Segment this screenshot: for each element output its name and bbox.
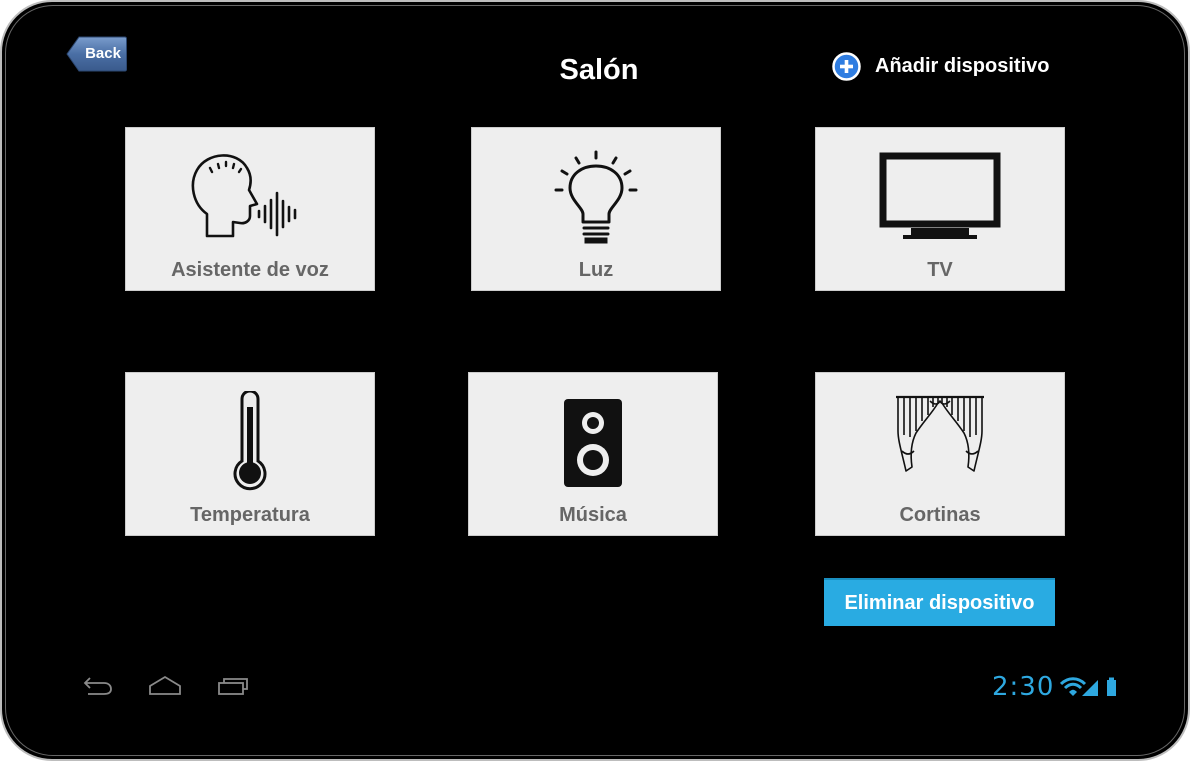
device-tile-label: Temperatura [190, 504, 310, 526]
add-device-button[interactable]: Añadir dispositivo [832, 50, 1049, 82]
status-time: 2:30 [992, 672, 1055, 702]
device-tile-label: Asistente de voz [171, 259, 329, 281]
add-device-label: Añadir dispositivo [875, 54, 1050, 77]
wifi-icon [1059, 677, 1087, 696]
device-tile-temperature[interactable]: Temperatura [125, 372, 375, 536]
plus-circle-icon [832, 51, 861, 81]
light-bulb-icon [554, 150, 638, 244]
device-tile-curtains[interactable]: Cortinas [815, 372, 1065, 536]
device-tile-label: TV [927, 259, 953, 281]
battery-icon [1107, 677, 1116, 696]
recent-apps-icon[interactable] [216, 675, 250, 697]
home-nav-icon[interactable] [148, 675, 182, 697]
speaker-icon [564, 399, 622, 487]
back-nav-icon[interactable] [82, 675, 114, 697]
status-icons [1059, 676, 1120, 703]
thermometer-icon [233, 391, 267, 491]
device-tile-light[interactable]: Luz [471, 127, 721, 291]
device-tile-voice-assistant[interactable]: Asistente de voz [125, 127, 375, 291]
device-tile-tv[interactable]: TV [815, 127, 1065, 291]
tv-icon [879, 152, 1001, 239]
device-tile-label: Música [559, 504, 627, 526]
device-tile-label: Luz [578, 259, 614, 281]
page-title: Salón [559, 54, 639, 86]
delete-device-button[interactable]: Eliminar dispositivo [824, 578, 1055, 626]
voice-assistant-icon [191, 154, 297, 238]
tablet-frame: Back Salón Añadir dispositivo Asistente … [0, 0, 1190, 761]
device-tile-label: Cortinas [899, 504, 981, 526]
device-tile-music[interactable]: Música [468, 372, 718, 536]
curtains-icon [896, 395, 984, 472]
back-button-label: Back [85, 45, 121, 62]
back-button[interactable]: Back [66, 36, 127, 72]
